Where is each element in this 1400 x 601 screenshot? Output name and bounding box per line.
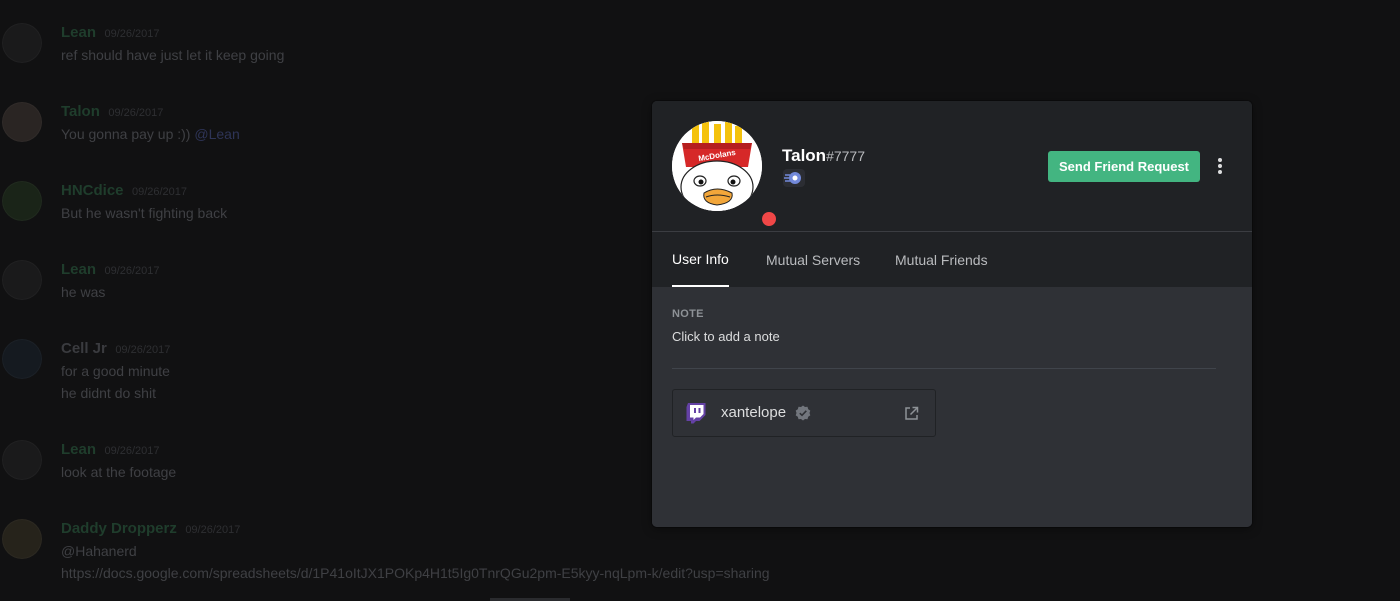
message-text-content: You gonna pay up :)): [61, 126, 191, 142]
message-timestamp: 09/26/2017: [104, 445, 160, 457]
note-title: NOTE: [672, 308, 704, 320]
avatar[interactable]: [2, 181, 42, 221]
external-link-icon[interactable]: [904, 406, 919, 421]
avatar[interactable]: [2, 102, 42, 142]
avatar[interactable]: [2, 23, 42, 63]
message-text: You gonna pay up :)) @Lean: [61, 126, 240, 142]
status-dnd-indicator: [759, 209, 779, 229]
connected-account-twitch: xantelope: [672, 389, 936, 437]
send-friend-request-button[interactable]: Send Friend Request: [1048, 151, 1200, 182]
discriminator-text: #7777: [826, 148, 866, 164]
message-text: he was: [61, 284, 106, 300]
user-profile-modal: McDolans Talon#7777 Send Friend Request …: [652, 101, 1252, 527]
message-text: he didnt do shit: [61, 385, 156, 401]
message-text: look at the footage: [61, 464, 177, 480]
message-link[interactable]: https://docs.google.com/spreadsheets/d/1…: [61, 565, 770, 581]
avatar[interactable]: [2, 339, 42, 379]
profile-tabs: User Info Mutual Servers Mutual Friends: [652, 231, 1252, 287]
message-timestamp: 09/26/2017: [115, 344, 171, 356]
message-text: for a good minute: [61, 363, 170, 379]
user-mention[interactable]: @Hahanerd: [61, 543, 137, 559]
message-timestamp: 09/26/2017: [131, 186, 188, 198]
kebab-menu-icon[interactable]: [1210, 153, 1230, 179]
user-info-panel: NOTE Click to add a note xantelope: [652, 287, 1252, 527]
username-text: Talon: [782, 146, 827, 165]
message-author[interactable]: Lean: [61, 24, 96, 41]
message-text: ref should have just let it keep going: [61, 47, 285, 63]
user-mention[interactable]: @Lean: [194, 126, 239, 142]
connected-account-name: xantelope: [721, 404, 787, 421]
profile-avatar: McDolans: [672, 121, 779, 229]
tab-mutual-friends[interactable]: Mutual Friends: [895, 232, 988, 287]
profile-header: McDolans Talon#7777 Send Friend Request: [652, 101, 1252, 231]
twitch-icon: [686, 403, 706, 424]
message-author[interactable]: Lean: [61, 441, 96, 458]
divider: [672, 368, 1216, 369]
tab-user-info[interactable]: User Info: [672, 232, 729, 287]
message-author[interactable]: Talon: [61, 103, 100, 120]
avatar[interactable]: [2, 519, 42, 559]
message-timestamp: 09/26/2017: [104, 28, 160, 40]
avatar[interactable]: [2, 260, 42, 300]
message-author[interactable]: Lean: [61, 261, 96, 278]
hypesquad-badge-icon[interactable]: [783, 169, 805, 187]
message-author[interactable]: Daddy Dropperz: [61, 520, 177, 537]
message-author[interactable]: HNCdice: [61, 182, 124, 199]
message-timestamp: 09/26/2017: [104, 265, 160, 277]
message-author[interactable]: Cell Jr: [61, 340, 107, 357]
message-timestamp: 09/26/2017: [185, 524, 241, 536]
avatar[interactable]: [2, 440, 42, 480]
profile-username: Talon#7777: [782, 146, 865, 166]
tab-mutual-servers[interactable]: Mutual Servers: [766, 232, 860, 287]
note-input[interactable]: Click to add a note: [672, 329, 780, 344]
mcdolans-duck-avatar: [672, 121, 762, 211]
message-text: But he wasn't fighting back: [61, 205, 228, 221]
verified-check-icon: [795, 405, 811, 421]
message-timestamp: 09/26/2017: [108, 107, 164, 119]
